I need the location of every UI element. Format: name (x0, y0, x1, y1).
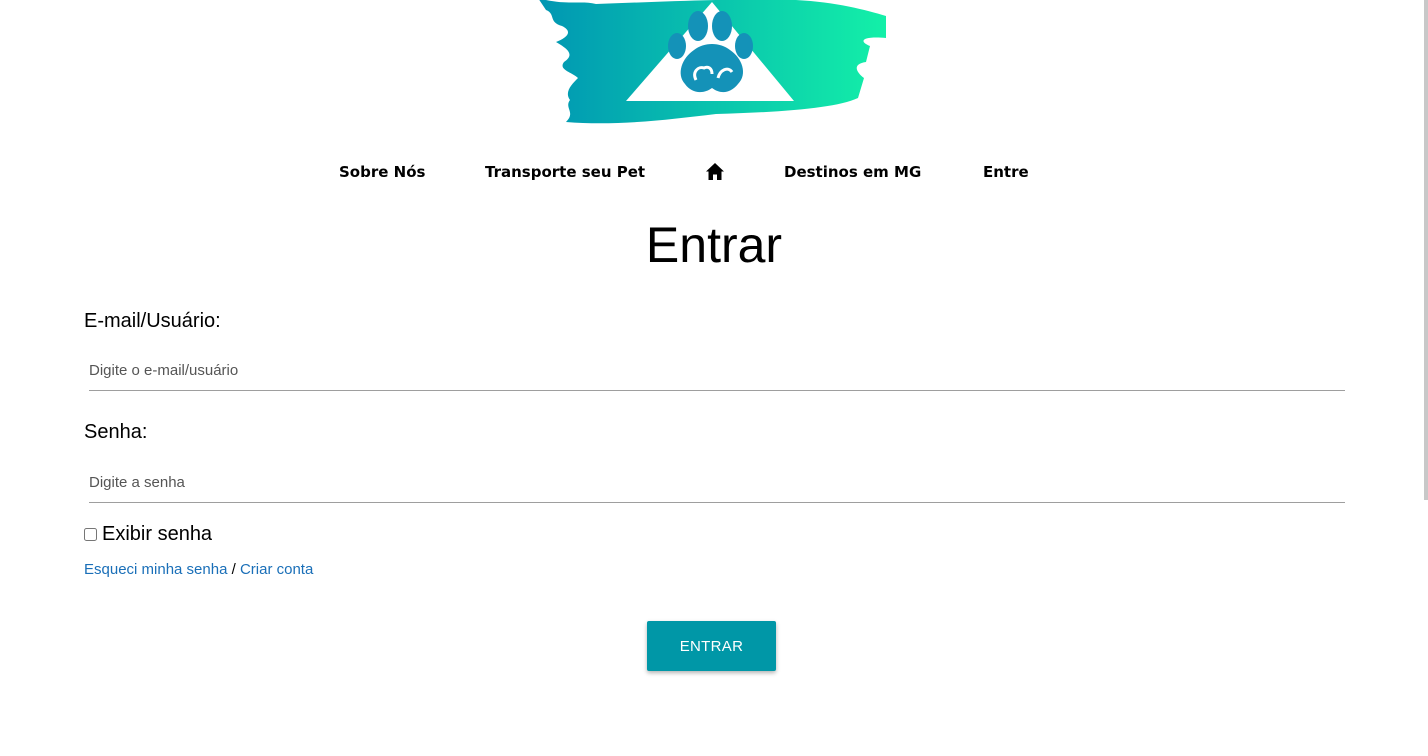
show-password-checkbox[interactable] (84, 528, 97, 541)
email-input[interactable] (89, 351, 1345, 391)
forgot-password-link[interactable]: Esqueci minha senha (84, 561, 227, 578)
link-separator: / (231, 561, 236, 578)
nav-item-transporte-seu-pet[interactable]: Transporte seu Pet (485, 160, 645, 184)
account-links: Esqueci minha senha / Criar conta (84, 561, 313, 579)
home-icon[interactable] (705, 162, 725, 182)
paw-toe-1 (668, 33, 686, 59)
create-account-link[interactable]: Criar conta (240, 561, 313, 578)
show-password-label[interactable]: Exibir senha (102, 522, 212, 546)
nav-item-sobre-nos[interactable]: Sobre Nós (339, 160, 425, 184)
paw-toe-3 (712, 11, 732, 41)
paw-triangle-logo[interactable] (536, 0, 888, 130)
password-input[interactable] (89, 463, 1345, 503)
paw-toe-4 (735, 33, 753, 59)
paw-toe-2 (688, 11, 708, 41)
page-title: Entrar (645, 217, 783, 273)
email-label: E-mail/Usuário: (84, 310, 221, 332)
main-nav: Sobre Nós Transporte seu Pet Destinos em… (0, 160, 1428, 184)
submit-button[interactable]: ENTRAR (647, 621, 776, 671)
login-page: Sobre Nós Transporte seu Pet Destinos em… (0, 0, 1428, 756)
nav-item-destinos-em-mg[interactable]: Destinos em MG (784, 160, 921, 184)
nav-item-entre[interactable]: Entre (983, 160, 1029, 184)
password-label: Senha: (84, 421, 148, 443)
